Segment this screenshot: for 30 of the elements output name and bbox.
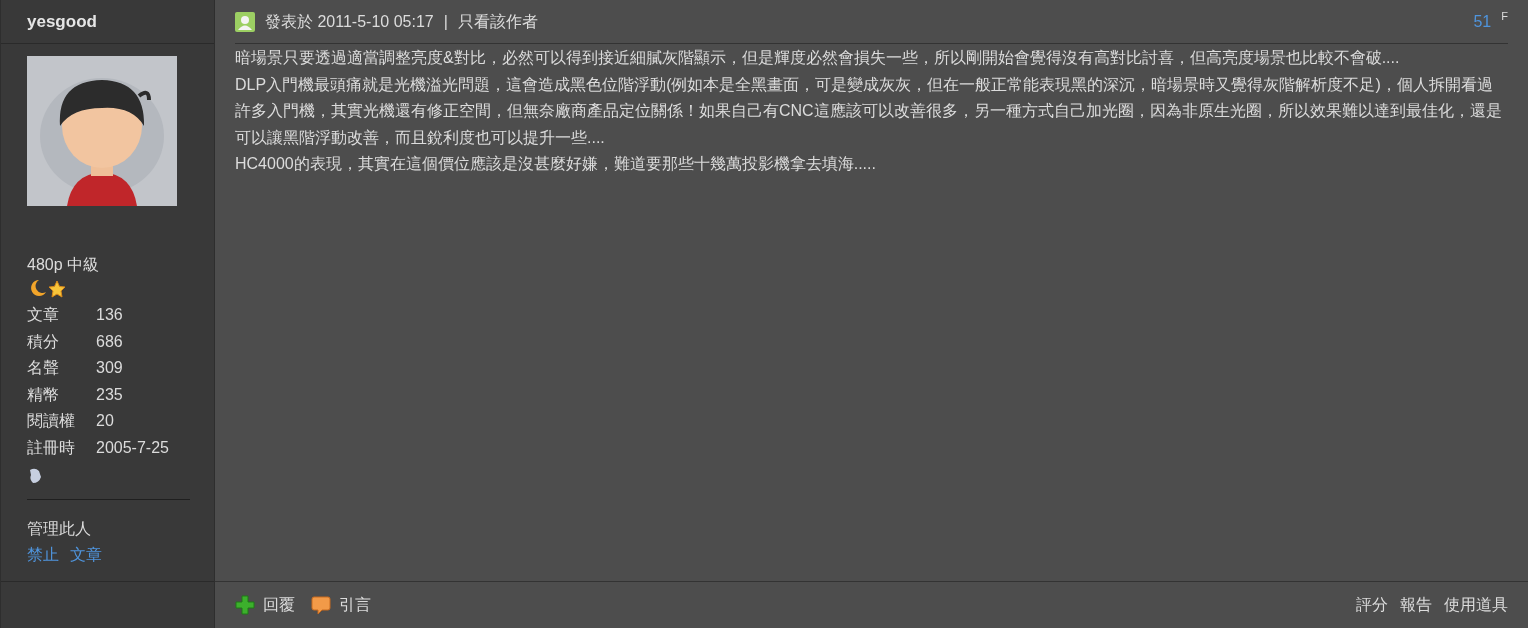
stat-value: 136 xyxy=(96,305,124,325)
author-only-link[interactable]: 只看該作者 xyxy=(457,9,538,34)
stat-label: 文章 xyxy=(27,305,60,325)
stat-value: 235 xyxy=(96,384,124,405)
action-link[interactable]: 報告 xyxy=(1400,593,1432,617)
manage-label: 管理此人 xyxy=(27,519,92,539)
post-date: 發表於 2011-5-10 05:17 xyxy=(265,11,434,32)
stat-value: 309 xyxy=(96,358,124,378)
stat-label: 精幣 xyxy=(27,384,60,405)
stat-value: 686 xyxy=(96,331,124,352)
username[interactable]: yesgood xyxy=(27,8,97,35)
stat-label: 註冊時 xyxy=(27,437,76,458)
post-body: 暗場景只要透過適當調整亮度&對比，必然可以得到接近細膩灰階顯示，但是輝度必然會損失一些，所以剛開始會覺得沒有高對比討喜，但高亮度場景也比較不會破.... DLP入門機最頭痛就是光機溢光問題，這會造成黑色位階浮動(例如本是全黑畫面，可是變成灰灰，但在一般正常能表現黑的深沉，暗場景時又覺得灰階解析度不足)，個人拆開看過許多入門機，其實光機還有修正空間，但無奈廠商產品定位關係！如果自己有CNC這應該可以改善很多，另一種方式自己加光圈，因為非原生光圈，所以效果難以達到最佳化，還是可以讓黑階浮動改善，而且銳利度也可以提升一些.... HC4000的表現，其實在這個價位應該是沒甚麼好嫌，難道要那些十幾萬投影機拿去填海..... xyxy=(235,48,1503,174)
plus-icon xyxy=(235,595,255,615)
action-link[interactable]: 評分 xyxy=(1356,593,1388,617)
reply-link[interactable]: 回覆 xyxy=(235,593,295,617)
stat-label: 積分 xyxy=(27,331,60,352)
separator: | xyxy=(443,11,448,32)
quote-link[interactable]: 引言 xyxy=(311,593,371,617)
manage-link[interactable]: 禁止 xyxy=(27,542,59,568)
manage-link[interactable]: 文章 xyxy=(70,542,102,568)
user-icon xyxy=(235,11,255,32)
stat-label: 閱讀權 xyxy=(27,411,76,431)
stat-value: 20 xyxy=(96,411,115,431)
speech-bubble-icon xyxy=(311,595,331,615)
stat-value: 2005-7-25 xyxy=(96,437,170,458)
user-rank: 480p 中級 xyxy=(27,255,101,275)
stat-label: 名聲 xyxy=(27,358,60,378)
action-link[interactable]: 使用道具 xyxy=(1444,593,1508,617)
floor-suffix: F xyxy=(1501,9,1508,24)
